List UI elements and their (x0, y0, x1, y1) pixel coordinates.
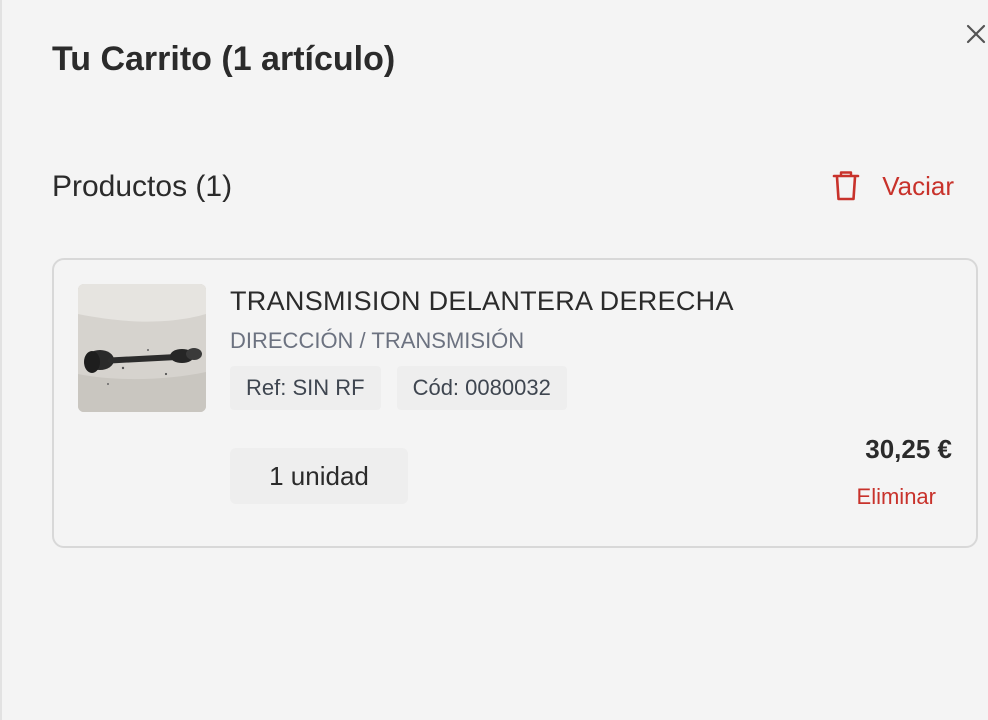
empty-cart-button[interactable]: Vaciar (832, 170, 954, 202)
remove-item-button[interactable]: Eliminar (857, 484, 936, 510)
item-price: 30,25 € (865, 434, 952, 464)
trash-icon (832, 171, 860, 201)
item-code-tag: Cód: 0080032 (396, 366, 567, 410)
product-image (78, 284, 206, 412)
item-ref-tag: Ref: SIN RF (230, 366, 381, 410)
cart-panel: Tu Carrito (1 artículo) Productos (1) Va… (0, 0, 988, 720)
empty-cart-label: Vaciar (882, 170, 954, 201)
products-heading: Productos (1) (52, 170, 233, 203)
item-tags: Ref: SIN RF Cód: 0080032 (230, 366, 950, 410)
item-name: TRANSMISION DELANTERA DERECHA (230, 286, 734, 316)
close-button[interactable] (964, 22, 988, 46)
products-section-header: Productos (1) Vaciar (52, 168, 954, 212)
cart-title: Tu Carrito (1 artículo) (52, 40, 396, 78)
cart-item: TRANSMISION DELANTERA DERECHA DIRECCIÓN … (52, 258, 978, 548)
close-icon (966, 24, 986, 44)
item-category: DIRECCIÓN / TRANSMISIÓN (230, 328, 525, 353)
quantity-selector[interactable]: 1 unidad (230, 448, 408, 504)
item-info: TRANSMISION DELANTERA DERECHA DIRECCIÓN … (230, 282, 950, 410)
